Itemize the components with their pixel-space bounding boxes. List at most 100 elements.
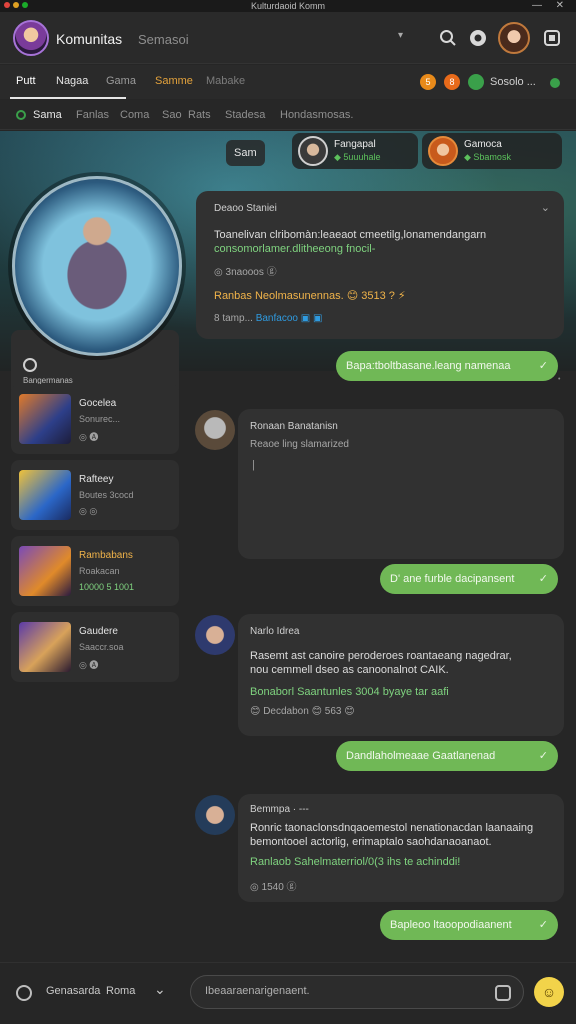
- message-text: consomorlamer.dlitheeong fnocil-: [214, 243, 376, 255]
- subtab-stadesa[interactable]: Stadesa: [225, 109, 265, 121]
- user-avatar[interactable]: [498, 22, 530, 54]
- chevron-down-icon[interactable]: ⌄: [154, 981, 166, 998]
- friend-name: Fangapal: [334, 139, 376, 150]
- game-card-title: Rambabans: [79, 550, 133, 561]
- game-card[interactable]: Rambabans Roakacan 10000 5 1001: [11, 536, 179, 606]
- message-text: nou cemmell dseo as canoonalnot CAIK.: [250, 664, 449, 676]
- tab-samme[interactable]: Samme: [155, 75, 193, 87]
- composer-option[interactable]: Genasarda: [46, 985, 100, 997]
- game-card-subtitle: Boutes 3cocd: [79, 490, 134, 500]
- game-card[interactable]: Gaudere Saaccr.soa ◎ 🅐: [11, 612, 179, 682]
- online-status-icon[interactable]: [468, 74, 484, 90]
- game-card-meta: 10000 5 1001: [79, 582, 135, 592]
- tab-nagaa[interactable]: Nagaa: [56, 75, 88, 87]
- read-check-icon: ✓: [538, 573, 548, 585]
- minimize-icon[interactable]: —: [532, 0, 542, 12]
- search-input[interactable]: [138, 28, 414, 50]
- tab-gama[interactable]: Gama: [106, 75, 136, 87]
- game-card-title: Gocelea: [79, 398, 117, 409]
- tab-putt[interactable]: Putt: [16, 75, 36, 87]
- app-logo-avatar[interactable]: [13, 20, 49, 56]
- chevron-down-icon[interactable]: ⌄: [541, 201, 550, 214]
- message-meta-text: 8 tamp...: [214, 313, 256, 324]
- message-input-wrapper[interactable]: [190, 975, 524, 1009]
- message-reactions[interactable]: 😊 Decdabon 😊 563 😊: [250, 706, 355, 717]
- app-header: Komunitas ▾: [0, 12, 576, 64]
- message-panel: Ronaan Banatanisn Reaoe ling slamarized …: [238, 409, 564, 559]
- info-icon[interactable]: [23, 358, 37, 372]
- hero-portrait[interactable]: [12, 176, 182, 356]
- game-card-image: [19, 394, 71, 444]
- tab-mabake[interactable]: Mabake: [206, 75, 245, 87]
- chevron-down-icon[interactable]: ▾: [398, 30, 403, 41]
- attachment-icon[interactable]: [16, 985, 32, 1001]
- subtab-sao[interactable]: Sao: [162, 109, 182, 121]
- sent-message-bubble[interactable]: Bapleoo ltaoopodiaanent ✓: [380, 910, 558, 940]
- online-indicator-icon: [16, 110, 26, 120]
- subtab-hondasmosas[interactable]: Hondasmosas.: [280, 109, 353, 121]
- message-header: Narlo Idrea: [250, 626, 300, 637]
- timestamp: •: [558, 376, 561, 383]
- game-card[interactable]: Gocelea Sonurec... ◎ 🅐: [11, 384, 179, 454]
- main-tabs: Putt Nagaa Gama Samme Mabake 5 8 Sosolo …: [0, 65, 576, 99]
- friend-status: ◆ Sbamosk: [464, 152, 511, 162]
- bubble-text: Bapa:tboltbasane.leang namenaa: [346, 360, 511, 372]
- game-card-meta: ◎ 🅐: [79, 660, 99, 670]
- message-text: bemontooel actorlig, erimaptalo saohdana…: [250, 836, 492, 848]
- friend-chip[interactable]: Fangapal ◆ 5uuuhale: [292, 133, 418, 169]
- message-meta-icons: ▣ ▣: [297, 313, 323, 324]
- read-check-icon: ✓: [538, 919, 548, 931]
- message-composer: Genasarda Roma ⌄ ☺: [0, 962, 576, 1024]
- message-text: Rasemt ast canoire peroderoes roantaeang…: [250, 650, 512, 662]
- game-card-title: Gaudere: [79, 626, 118, 637]
- search-field[interactable]: [138, 28, 414, 50]
- subtab-rats[interactable]: Rats: [188, 109, 211, 121]
- sent-message-bubble[interactable]: Bapa:tboltbasane.leang namenaa ✓: [336, 351, 558, 381]
- active-tab-indicator: [10, 97, 126, 99]
- notifications-icon[interactable]: [466, 26, 490, 50]
- message-header: Bemmpa · ---: [250, 804, 309, 815]
- settings-icon[interactable]: [540, 26, 564, 50]
- friend-avatar: [428, 136, 458, 166]
- friend-name: Gamoca: [464, 139, 502, 150]
- game-card-subtitle: Saaccr.soa: [79, 642, 124, 652]
- message-reactions[interactable]: ◎ 1540 ⓖ: [250, 878, 297, 893]
- message-panel: Bemmpa · --- Ronric taonaclonsdnqaoemest…: [238, 794, 564, 902]
- message-text: Ronric taonaclonsdnqaoemestol nenationac…: [250, 822, 534, 834]
- game-card-meta: ◎ 🅐: [79, 432, 99, 442]
- text-cursor: |: [252, 459, 255, 471]
- emoji-button[interactable]: ☺: [534, 977, 564, 1007]
- badge-orange[interactable]: 5: [420, 74, 436, 90]
- subtab-sama[interactable]: Sama: [33, 109, 62, 121]
- composer-option[interactable]: Roma: [106, 985, 135, 997]
- message-panel: Narlo Idrea Rasemt ast canoire peroderoe…: [238, 614, 564, 736]
- message-text: Ranlaob Sahelmaterriol/0(3 ihs te achind…: [250, 856, 461, 868]
- game-card-image: [19, 622, 71, 672]
- image-upload-icon[interactable]: [495, 985, 511, 1001]
- close-icon[interactable]: ✕: [556, 0, 564, 12]
- sender-avatar[interactable]: [195, 795, 235, 835]
- message-input[interactable]: [205, 985, 485, 997]
- sent-message-bubble[interactable]: Dandlaholmeaae Gaatlanenad ✓: [336, 741, 558, 771]
- game-card[interactable]: Rafteey Boutes 3cocd ◎ ◎: [11, 460, 179, 530]
- message-header: Deaoo Staniei: [214, 203, 277, 214]
- badge-red-orange[interactable]: 8: [444, 74, 460, 90]
- message-link[interactable]: Banfacoo: [256, 313, 298, 324]
- game-card-meta: ◎ ◎: [79, 506, 98, 516]
- message-text: Toanelivan clribomàn:leaeaot cmeetilg,lo…: [214, 229, 487, 241]
- sent-message-bubble[interactable]: D' ane furble dacipansent ✓: [380, 564, 558, 594]
- sender-avatar[interactable]: [195, 615, 235, 655]
- subtab-fanlas[interactable]: Fanlas: [76, 109, 109, 121]
- app-name: Komunitas: [56, 31, 123, 47]
- presence-dot: [550, 78, 560, 88]
- friend-chip[interactable]: Gamoca ◆ Sbamosk: [422, 133, 562, 169]
- game-card-image: [19, 470, 71, 520]
- message-meta: 8 tamp... Banfacoo ▣ ▣: [214, 313, 322, 324]
- sender-avatar[interactable]: [195, 410, 235, 450]
- subtab-coma[interactable]: Coma: [120, 109, 149, 121]
- window-titlebar: Kulturdaoid Komm — ✕: [0, 0, 576, 12]
- message-text: Ranbas Neolmasunennas. 😊 3513 ? ⚡: [214, 290, 406, 302]
- search-icon[interactable]: [436, 26, 460, 50]
- bubble-text: D' ane furble dacipansent: [390, 573, 515, 585]
- banner-label[interactable]: Sam: [226, 140, 265, 166]
